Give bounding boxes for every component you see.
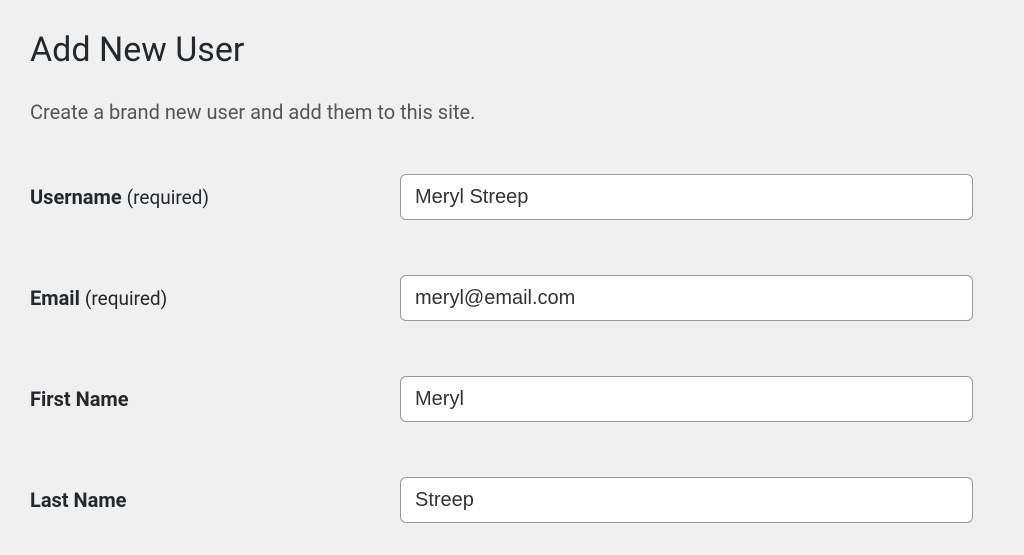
first-name-label: First Name bbox=[30, 387, 400, 411]
page-title: Add New User bbox=[30, 30, 994, 70]
username-label-text: Username bbox=[30, 185, 122, 209]
last-name-label-text: Last Name bbox=[30, 488, 126, 512]
first-name-row: First Name bbox=[30, 376, 994, 422]
username-input[interactable] bbox=[400, 174, 973, 220]
username-hint: (required) bbox=[127, 186, 209, 209]
last-name-row: Last Name bbox=[30, 477, 994, 523]
email-label-text: Email bbox=[30, 286, 80, 310]
email-input[interactable] bbox=[400, 275, 973, 321]
username-row: Username (required) bbox=[30, 174, 994, 220]
page-description: Create a brand new user and add them to … bbox=[30, 100, 994, 124]
last-name-label: Last Name bbox=[30, 488, 400, 512]
email-hint: (required) bbox=[85, 287, 167, 310]
email-label: Email (required) bbox=[30, 286, 400, 310]
email-row: Email (required) bbox=[30, 275, 994, 321]
first-name-label-text: First Name bbox=[30, 387, 129, 411]
username-label: Username (required) bbox=[30, 185, 400, 209]
first-name-input[interactable] bbox=[400, 376, 973, 422]
last-name-input[interactable] bbox=[400, 477, 973, 523]
